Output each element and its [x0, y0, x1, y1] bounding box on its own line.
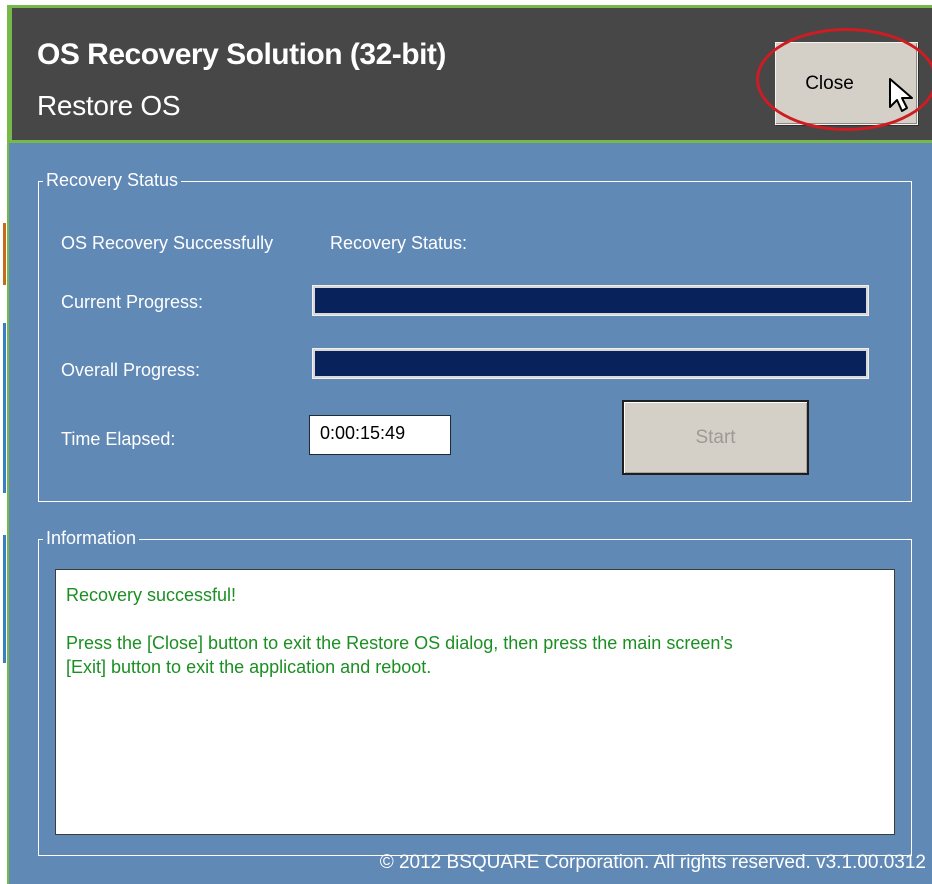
- overall-progress-bar: [312, 348, 869, 379]
- restore-os-dialog: OS Recovery Solution (32-bit) Restore OS…: [7, 5, 932, 884]
- edge-marker: [3, 323, 6, 493]
- edge-marker: [3, 535, 6, 663]
- information-textbox[interactable]: Recovery successful! Press the [Close] b…: [55, 569, 895, 835]
- group-title: Information: [43, 528, 140, 549]
- dialog-title: Restore OS: [37, 90, 181, 121]
- info-line: Recovery successful!: [66, 585, 237, 605]
- start-button-label: Start: [695, 426, 736, 448]
- recovery-status-label: Recovery Status:: [330, 233, 468, 253]
- info-line: [Exit] button to exit the application an…: [66, 657, 432, 677]
- current-progress-bar: [312, 285, 869, 316]
- edge-marker: [3, 223, 6, 285]
- recovery-status-text: OS Recovery Successfully: [61, 233, 274, 253]
- time-elapsed-field: 0:00:15:49: [309, 415, 451, 455]
- time-elapsed-label: Time Elapsed:: [61, 429, 176, 449]
- highlight-ring: [756, 28, 932, 131]
- overall-progress-fill: [315, 351, 866, 376]
- start-button[interactable]: Start: [622, 400, 809, 475]
- current-progress-fill: [315, 288, 866, 313]
- group-title: Recovery Status: [43, 170, 182, 191]
- overall-progress-label: Overall Progress:: [61, 360, 201, 380]
- dialog-header: OS Recovery Solution (32-bit) Restore OS…: [9, 5, 932, 143]
- copyright-footer: © 2012 BSQUARE Corporation. All rights r…: [379, 852, 926, 873]
- app-title: OS Recovery Solution (32-bit): [37, 38, 446, 71]
- current-progress-label: Current Progress:: [61, 292, 204, 312]
- info-line: Press the [Close] button to exit the Res…: [66, 633, 733, 653]
